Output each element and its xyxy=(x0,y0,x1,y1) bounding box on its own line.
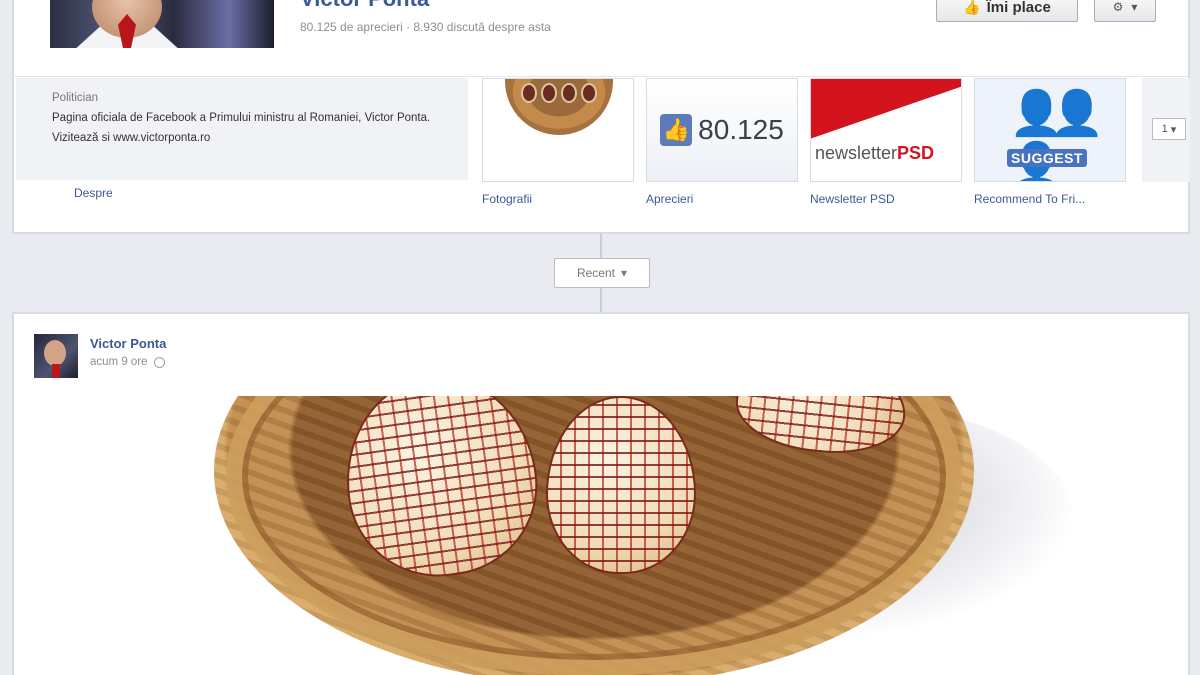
post-author[interactable]: Victor Ponta xyxy=(90,336,166,351)
page-description: Pagina oficiala de Facebook a Primului m… xyxy=(52,112,431,144)
timeline-period-button[interactable]: Recent ▾ xyxy=(554,258,650,288)
egg-thumbnail xyxy=(581,83,597,103)
app-label-photos[interactable]: Fotografii xyxy=(482,192,532,206)
post-time-text[interactable]: acum 9 ore xyxy=(90,356,148,368)
post-timestamp: acum 9 ore xyxy=(90,356,165,368)
app-label-likes[interactable]: Aprecieri xyxy=(646,192,693,206)
chevron-down-icon: ▾ xyxy=(1131,0,1138,14)
people-icon: 👤👤👤 xyxy=(1009,89,1105,181)
post-photo[interactable] xyxy=(14,396,1188,675)
egg-thumbnail xyxy=(561,83,577,103)
avatar[interactable] xyxy=(34,334,78,378)
app-tile-suggest[interactable]: 👤👤👤 SUGGEST xyxy=(974,78,1126,182)
timeline-period-label: Recent xyxy=(576,266,615,280)
app-tile-newsletter[interactable]: newsletterPSD xyxy=(810,78,962,182)
egg-thumbnail xyxy=(521,83,537,103)
chevron-down-icon: ▾ xyxy=(1170,123,1177,136)
psd-red-banner xyxy=(811,79,961,139)
thumbs-up-icon: 👍 xyxy=(660,114,693,146)
app-tile-likes[interactable]: 👍 80.125 xyxy=(646,78,798,182)
page-title[interactable]: Victor Ponta xyxy=(300,0,429,12)
page-options-button[interactable]: ⚙ ▾ xyxy=(1094,0,1156,22)
avatar-face xyxy=(44,340,66,366)
timeline-post: Victor Ponta acum 9 ore xyxy=(12,312,1190,675)
timeline-line xyxy=(600,288,602,312)
like-button-label: Îmi place xyxy=(986,0,1051,16)
app-label-newsletter[interactable]: Newsletter PSD xyxy=(810,192,895,206)
more-apps-button[interactable]: 1 ▾ xyxy=(1152,118,1186,140)
profile-photo[interactable] xyxy=(50,0,274,48)
app-tile-photos[interactable] xyxy=(482,78,634,182)
app-label-recommend[interactable]: Recommend To Fri... xyxy=(974,192,1085,206)
chevron-down-icon: ▾ xyxy=(621,266,628,280)
about-link[interactable]: Despre xyxy=(74,186,113,200)
about-box[interactable]: Politician Pagina oficiala de Facebook a… xyxy=(16,78,468,180)
suggest-badge: SUGGEST xyxy=(1007,149,1087,167)
page-category: Politician xyxy=(52,92,99,104)
gear-icon: ⚙ xyxy=(1112,0,1124,14)
thumbs-up-icon: 👍 xyxy=(963,0,981,15)
divider xyxy=(14,76,1188,77)
page-stats: 80.125 de aprecieri · 8.930 discută desp… xyxy=(300,20,551,34)
page-header: Victor Ponta 80.125 de aprecieri · 8.930… xyxy=(12,0,1190,234)
globe-icon xyxy=(153,356,165,368)
like-button[interactable]: 👍 Îmi place xyxy=(936,0,1078,22)
more-apps-count: 1 xyxy=(1161,123,1168,135)
egg-thumbnail xyxy=(541,83,557,103)
avatar-tie xyxy=(52,364,60,378)
more-apps-panel: 1 ▾ xyxy=(1142,78,1190,182)
easter-basket-thumbnail xyxy=(505,79,613,135)
timeline-line xyxy=(600,234,602,258)
newsletter-tile-text: newsletterPSD xyxy=(815,143,935,163)
likes-count: 80.125 xyxy=(698,114,784,145)
